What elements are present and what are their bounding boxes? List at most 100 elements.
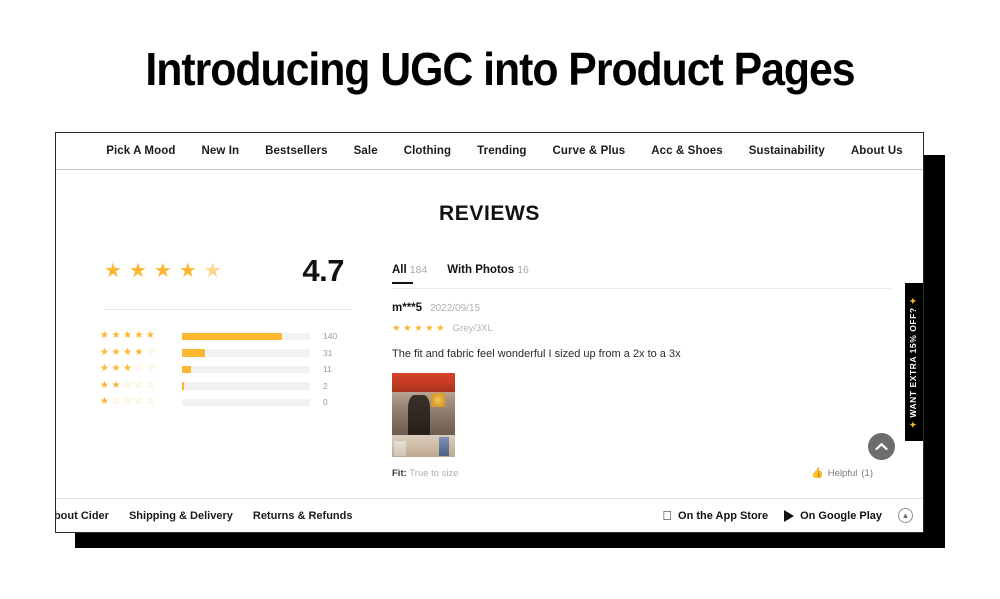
star-icon: ★ <box>128 260 147 282</box>
reviews-filter-tabs: All 184 With Photos 16 <box>392 254 891 284</box>
star-icon: ★ <box>100 363 109 375</box>
star-icon: ★ <box>425 322 434 334</box>
helpful-count: (1) <box>861 468 873 480</box>
review-header: m***5 2022/09/15 <box>392 302 891 314</box>
star-outline-icon: ☆ <box>122 379 132 391</box>
star-icon: ★ <box>145 330 155 342</box>
rating-summary: ★ ★ ★ ★ ★ 4.7 ★ ★ ★ ★ ★ 140 ★ ★ ★ ★ ☆ 31… <box>90 253 358 479</box>
helpful-label: Helpful <box>827 468 858 480</box>
page-title: Introducing UGC into Product Pages <box>145 43 855 95</box>
review-text: The fit and fabric feel wonderful I size… <box>392 348 681 360</box>
star-icon: ★ <box>134 330 144 342</box>
promo-discount-text: ✦ WANT EXTRA 15% OFF? ✦ <box>909 296 920 427</box>
star-icon: ★ <box>403 322 412 334</box>
tab-all-label: All <box>392 264 407 276</box>
star-icon: ★ <box>392 322 401 334</box>
star-outline-icon: ☆ <box>145 379 155 391</box>
photo-layer-lamp <box>431 393 445 407</box>
nav-item-about-us[interactable]: About Us <box>851 145 903 157</box>
nav-item-new-in[interactable]: New In <box>201 145 239 157</box>
star-icon: ★ <box>122 330 132 342</box>
nav-item-trending[interactable]: Trending <box>477 145 526 157</box>
rating-bar-row-4[interactable]: ★ ★ ★ ★ ☆ 31 <box>100 345 358 362</box>
rating-bar-track-5 <box>182 332 310 340</box>
review-fit: Fit: True to size <box>392 468 459 479</box>
star-icon: ★ <box>104 260 122 282</box>
promo-discount-tab[interactable]: ✦ WANT EXTRA 15% OFF? ✦ <box>905 283 923 441</box>
summary-divider <box>104 309 352 310</box>
nav-item-bestsellers[interactable]: Bestsellers <box>265 145 327 157</box>
nav-item-sustainability[interactable]: Sustainability <box>749 145 825 157</box>
tab-with-photos[interactable]: With Photos 16 <box>447 264 529 276</box>
rating-bar-stars-5: ★ ★ ★ ★ ★ <box>100 331 176 341</box>
rating-bar-stars-4: ★ ★ ★ ★ ☆ <box>100 346 176 358</box>
review-footer: Fit: True to size 👍 Helpful (1) <box>392 468 891 479</box>
photo-layer-person <box>408 395 430 439</box>
photo-layer-ceiling <box>392 373 455 392</box>
rating-bar-count-1: 0 <box>323 397 328 408</box>
rating-bar-track-1 <box>182 398 310 406</box>
footer-link-returns-refunds[interactable]: Returns & Refunds <box>253 510 353 522</box>
star-icon: ★ <box>111 346 121 358</box>
rating-bar-fill-2 <box>182 382 184 390</box>
footer-scroll-top-button[interactable]: ▲ <box>898 508 913 523</box>
review-photo-thumbnail[interactable] <box>392 373 455 458</box>
rating-bar-track-3 <box>182 365 310 373</box>
rating-bar-row-2[interactable]: ★ ★ ☆ ☆ ☆ 2 <box>100 378 358 395</box>
scroll-to-top-button[interactable] <box>868 433 895 460</box>
app-store-badge[interactable]:  On the App Store <box>662 509 768 522</box>
google-play-badge[interactable]: On Google Play <box>784 509 882 522</box>
sparkle-icon: ✦ <box>908 296 919 304</box>
rating-bar-stars-3: ★ ★ ★ ☆ ☆ <box>100 364 176 374</box>
rating-bar-row-3[interactable]: ★ ★ ★ ☆ ☆ 11 <box>100 361 358 378</box>
footer-link-shipping-delivery[interactable]: Shipping & Delivery <box>129 510 233 522</box>
star-icon: ★ <box>111 330 121 342</box>
rating-bar-row-5[interactable]: ★ ★ ★ ★ ★ 140 <box>100 328 358 345</box>
rating-bar-stars-1: ★ ☆ ☆ ☆ ☆ <box>100 397 176 407</box>
helpful-button[interactable]: 👍 Helpful (1) <box>811 468 891 479</box>
rating-bar-count-5: 140 <box>323 331 338 342</box>
sparkle-icon: ✦ <box>908 420 919 428</box>
star-icon: ★ <box>178 260 197 282</box>
star-outline-icon: ☆ <box>122 396 132 408</box>
review-fit-label: Fit: <box>392 468 407 480</box>
star-icon: ★ <box>100 396 109 408</box>
footer-links: About Cider Shipping & Delivery Returns … <box>56 510 353 522</box>
nav-item-clothing[interactable]: Clothing <box>404 145 451 157</box>
rating-bar-fill-4 <box>182 349 206 357</box>
average-rating-stars: ★ ★ ★ ★ ★ <box>104 261 222 281</box>
reviews-heading: REVIEWS <box>438 202 541 225</box>
promo-label: WANT EXTRA 15% OFF? <box>908 306 919 418</box>
star-icon: ★ <box>111 363 121 375</box>
star-icon: ★ <box>134 346 144 358</box>
tab-all-count: 184 <box>409 264 428 276</box>
site-navigation: Pick A Mood New In Bestsellers Sale Clot… <box>56 133 923 170</box>
tab-all[interactable]: All 184 <box>392 264 428 284</box>
slide-canvas: Introducing UGC into Product Pages Pick … <box>0 0 1000 599</box>
photo-layer-object-right <box>438 437 449 456</box>
review-variant: Grey/3XL <box>452 323 493 334</box>
footer-link-about-cider[interactable]: About Cider <box>56 510 109 522</box>
tab-with-photos-label: With Photos <box>447 264 515 276</box>
star-outline-icon: ☆ <box>111 396 121 408</box>
rating-bar-count-4: 31 <box>323 347 333 358</box>
star-icon: ★ <box>153 260 172 282</box>
reviews-section: REVIEWS ★ ★ ★ ★ ★ 4.7 ★ ★ ★ ★ ★ 140 ★ ★ … <box>56 202 923 530</box>
nav-item-pick-a-mood[interactable]: Pick A Mood <box>106 145 175 157</box>
thumbs-up-icon: 👍 <box>811 468 824 480</box>
star-outline-icon: ☆ <box>145 363 155 375</box>
star-half-icon: ★ <box>203 260 222 282</box>
rating-bar-row-1[interactable]: ★ ☆ ☆ ☆ ☆ 0 <box>100 394 358 411</box>
star-icon: ★ <box>436 322 445 334</box>
nav-item-acc-and-shoes[interactable]: Acc & Shoes <box>651 145 722 157</box>
star-outline-icon: ☆ <box>134 379 144 391</box>
rating-bar-fill-5 <box>182 332 282 340</box>
star-icon: ★ <box>100 346 109 358</box>
star-icon: ★ <box>100 379 109 391</box>
nav-item-sale[interactable]: Sale <box>354 145 378 157</box>
nav-item-curve-and-plus[interactable]: Curve & Plus <box>553 145 626 157</box>
google-play-label: On Google Play <box>800 509 882 522</box>
tab-with-photos-count: 16 <box>517 264 529 276</box>
review-fit-value: True to size <box>409 468 459 480</box>
site-footer: About Cider Shipping & Delivery Returns … <box>56 498 923 532</box>
